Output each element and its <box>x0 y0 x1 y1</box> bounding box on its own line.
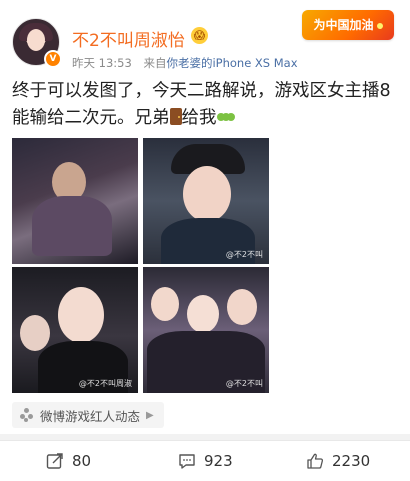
photo-figure <box>32 196 112 256</box>
weibo-post-card: V 不2不叫周淑怡 😱 昨天 13:53 来自你老婆的iPhone XS Max… <box>0 0 410 434</box>
source-prefix: 来自 <box>143 56 167 70</box>
comment-button[interactable]: 923 <box>178 441 233 481</box>
post-text: 终于可以发图了，今天二路解说，游戏区女主播8能输给二次元。兄弟 给我 <box>12 78 400 132</box>
photo-face <box>183 166 231 222</box>
action-bar: 80 923 2230 <box>0 440 410 481</box>
repost-count: 80 <box>72 452 92 470</box>
photo-1[interactable] <box>12 138 138 264</box>
post-time: 昨天 13:53 <box>72 56 132 70</box>
comment-count: 923 <box>204 452 233 470</box>
chevron-right-icon: ▶ <box>146 409 154 421</box>
photo-2[interactable]: @不2不叫 <box>143 138 269 264</box>
caterpillar-emoji-icon <box>216 111 235 123</box>
photo-face <box>227 289 257 325</box>
like-count: 2230 <box>332 452 371 470</box>
photo-watermark: @不2不叫周淑 <box>78 379 132 388</box>
like-button[interactable]: 2230 <box>306 441 370 481</box>
avatar-face <box>27 29 45 51</box>
post-text-part2: 给我 <box>181 108 217 128</box>
photo-face <box>58 287 104 343</box>
photo-face <box>20 315 50 351</box>
door-emoji-icon <box>169 108 182 125</box>
photo-watermark: @不2不叫 <box>225 250 263 259</box>
fear-face-icon: 😱 <box>191 27 208 44</box>
topic-chip[interactable]: 微博游戏红人动态 ▶ <box>12 402 164 428</box>
verified-v-icon: V <box>44 50 62 68</box>
repost-icon <box>46 453 63 469</box>
promo-dot-icon <box>376 22 383 29</box>
repost-button[interactable]: 80 <box>46 441 91 481</box>
post-meta: 昨天 13:53 来自你老婆的iPhone XS Max <box>72 55 298 71</box>
photo-4[interactable]: @不2不叫 <box>143 267 269 393</box>
promo-tag-label: 为中国加油 <box>313 18 374 32</box>
topic-icon <box>20 408 34 422</box>
photo-3[interactable]: @不2不叫周淑 <box>12 267 138 393</box>
thumbs-up-icon <box>307 453 324 469</box>
photo-face <box>151 287 179 321</box>
post-source[interactable]: 你老婆的iPhone XS Max <box>166 56 297 70</box>
username[interactable]: 不2不叫周淑怡 <box>72 26 185 51</box>
photo-watermark: @不2不叫 <box>225 379 263 388</box>
photo-face <box>187 295 219 333</box>
promo-tag[interactable]: 为中国加油 <box>302 10 394 40</box>
comment-icon <box>179 454 195 469</box>
topic-label: 微博游戏红人动态 <box>40 408 141 424</box>
